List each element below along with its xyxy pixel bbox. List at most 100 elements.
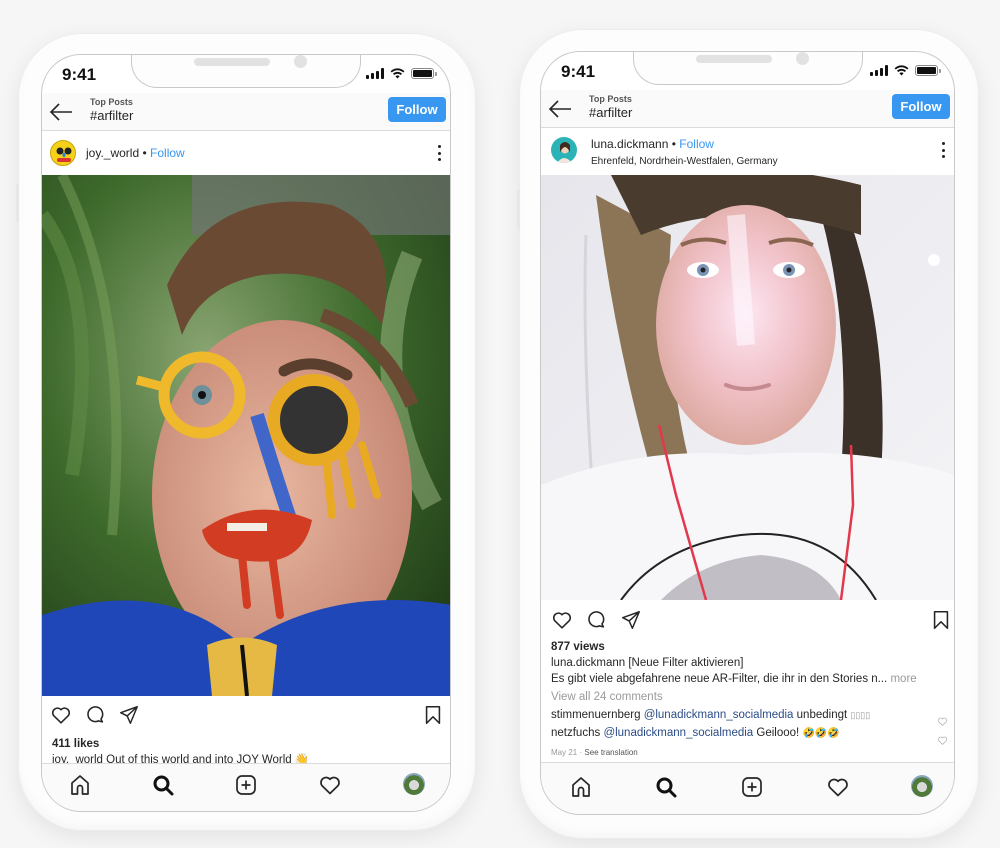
nav-subtitle: Top Posts [589,94,632,104]
post-user-line: joy._world • Follow [86,146,185,160]
likes-count: 411 likes [52,738,100,750]
comment-emoji: 🤣🤣🤣 [802,728,840,739]
status-time: 9:41 [561,62,596,81]
caption-username[interactable]: luna.dickmann [551,657,625,669]
bookmark-icon[interactable] [422,704,444,726]
wifi-icon [390,68,405,79]
follow-user-link[interactable]: Follow [679,137,714,151]
post-location[interactable]: Ehrenfeld, Nordrhein-Westfalen, Germany [591,156,778,167]
front-camera [795,52,809,65]
post-username[interactable]: joy._world [86,146,139,160]
tab-add-post-icon[interactable] [740,775,764,799]
comment-username[interactable]: netzfuchs [551,727,600,739]
comment-like-icon[interactable] [937,735,948,746]
post-username[interactable]: luna.dickmann [591,137,668,151]
tab-search-icon[interactable] [654,775,678,799]
follow-hashtag-button[interactable]: Follow [892,94,950,119]
side-button [16,183,19,223]
side-button [517,189,520,229]
battery-icon [915,65,941,76]
view-all-comments-link[interactable]: View all 24 comments [551,689,950,705]
status-icons [366,68,437,79]
tab-activity-heart-icon[interactable] [826,775,850,799]
tab-profile-avatar[interactable] [403,773,427,797]
battery-icon [411,68,437,79]
like-icon[interactable] [50,704,72,726]
more-options-icon[interactable] [940,142,946,158]
signal-icon [366,68,384,79]
speaker [695,55,772,63]
tab-profile-avatar[interactable] [911,775,935,799]
comment-row: stimmenuernberg @lunadickmann_socialmedi… [551,707,950,723]
signal-icon [870,65,888,76]
post-user-line: luna.dickmann • Follow [591,137,714,151]
bookmark-icon[interactable] [930,609,952,631]
post-photo[interactable] [42,175,450,696]
status-time: 9:41 [62,65,97,84]
notch [632,52,863,85]
comment-emoji: ▯▯▯▯ [850,710,871,720]
nav-title-group: Top Posts #arfilter [90,97,133,123]
front-camera [294,55,307,68]
separator-dot: • [671,137,676,151]
bottom-tab-bar [541,762,954,814]
avatar[interactable] [50,140,76,166]
bottom-tab-bar [42,763,450,811]
status-icons [870,65,941,76]
comment-username[interactable]: stimmenuernberg [551,709,640,721]
comment-icon[interactable] [585,609,607,631]
caption-continued: Es gibt viele abgefahrene neue AR-Filter… [551,673,888,685]
comment-like-icon[interactable] [937,716,948,727]
tab-activity-heart-icon[interactable] [318,773,342,797]
nav-header: Top Posts #arfilter Follow [42,93,450,131]
see-translation-link[interactable]: See translation [584,748,637,757]
phone-frame-right: 9:41 Top Posts #arfilter Follow luna.dic… [517,29,979,839]
post-actions [42,700,450,732]
avatar[interactable] [551,137,577,163]
phone-screen: 9:41 Top Posts #arfilter Follow luna.dic… [540,51,955,815]
nav-subtitle: Top Posts [90,97,133,107]
post-caption: luna.dickmann [Neue Filter aktivieren] [551,655,950,671]
comment-mention[interactable]: @lunadickmann_socialmedia [603,727,753,739]
comment-text: unbedingt [796,709,848,721]
more-options-icon[interactable] [436,145,442,161]
post-header: joy._world • Follow [42,132,450,175]
comment-mention[interactable]: @lunadickmann_socialmedia [644,709,794,721]
comment-icon[interactable] [84,704,106,726]
views-count: 877 views [551,641,605,653]
post-header: luna.dickmann • Follow Ehrenfeld, Nordrh… [541,129,954,172]
comment-text: Geilooo! [756,727,800,739]
comment-row: netzfuchs @lunadickmann_socialmedia Geil… [551,725,950,742]
like-icon[interactable] [551,609,573,631]
tab-home-icon[interactable] [68,773,92,797]
separator-dot: • [142,146,147,160]
phone-screen: 9:41 Top Posts #arfilter Follow joy._wor… [41,54,451,812]
phone-frame-left: 9:41 Top Posts #arfilter Follow joy._wor… [16,33,476,831]
follow-hashtag-button[interactable]: Follow [388,97,446,122]
nav-title-group: Top Posts #arfilter [589,94,632,120]
follow-user-link[interactable]: Follow [150,146,185,160]
post-meta: 877 views luna.dickmann [Neue Filter akt… [551,639,950,761]
date-separator: · [579,748,583,757]
post-actions [541,605,954,637]
share-icon[interactable] [118,704,140,726]
post-date: May 21 [551,748,578,757]
photo-ar-filter-woman [541,175,954,600]
share-icon[interactable] [620,609,642,631]
post-photo[interactable] [541,175,954,600]
back-arrow-icon[interactable] [547,98,573,120]
tab-add-post-icon[interactable] [234,773,258,797]
speaker [194,58,270,66]
more-link[interactable]: more [890,673,916,685]
caption-text: [Neue Filter aktivieren] [628,657,744,669]
tab-home-icon[interactable] [569,775,593,799]
tab-search-icon[interactable] [151,773,175,797]
back-arrow-icon[interactable] [48,101,74,123]
hashtag-title: #arfilter [589,105,633,120]
nav-header: Top Posts #arfilter Follow [541,90,954,128]
photo-ar-filter-man [42,175,450,696]
hashtag-title: #arfilter [90,108,134,123]
caption-second-line: Es gibt viele abgefahrene neue AR-Filter… [551,671,950,687]
post-date-row: May 21 · See translation [551,745,950,761]
wifi-icon [894,65,909,76]
